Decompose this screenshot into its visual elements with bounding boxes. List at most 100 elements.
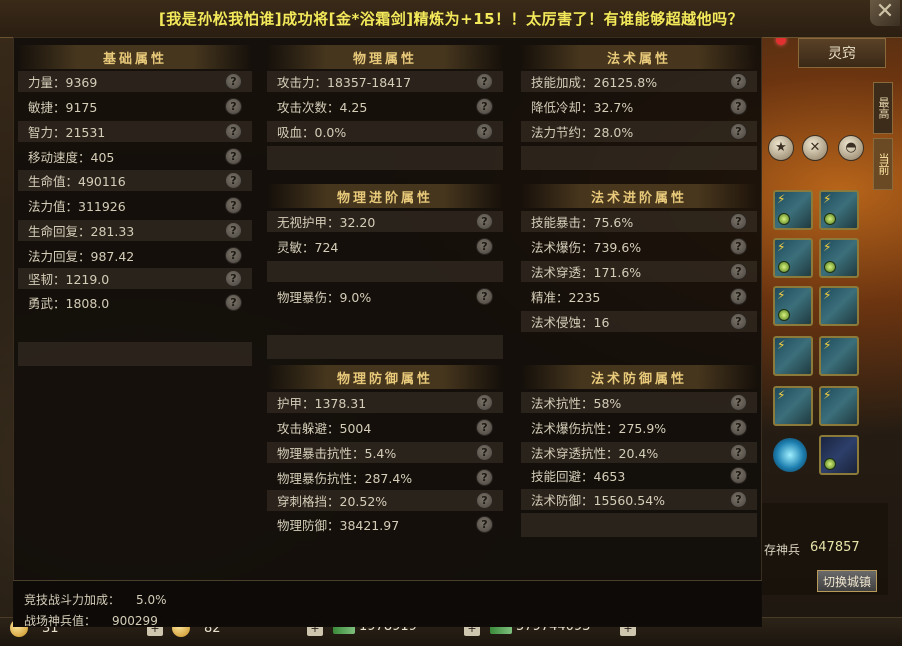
stat-row: 物理暴伤抗性：287.4%?: [267, 467, 503, 488]
help-icon[interactable]: ?: [476, 238, 493, 255]
battle-weapon-value: 战场神兵值： 900299: [24, 614, 158, 628]
help-icon[interactable]: ?: [730, 73, 747, 90]
side-tab-current[interactable]: 当前: [873, 138, 893, 190]
empty-row: [521, 146, 757, 170]
section-title-physical-adv: 物理进阶属性: [267, 184, 503, 208]
stat-row: 法术侵蚀：16?: [521, 311, 757, 332]
help-icon[interactable]: ?: [225, 222, 242, 239]
help-icon[interactable]: ?: [476, 98, 493, 115]
help-icon[interactable]: ?: [730, 444, 747, 461]
equip-slot-9[interactable]: ⚡: [773, 386, 813, 426]
stat-row: 勇武：1808.0?: [18, 292, 252, 313]
help-icon[interactable]: ?: [476, 288, 493, 305]
section-title-basic: 基础属性: [18, 45, 252, 69]
equip-slot-8[interactable]: ⚡: [819, 336, 859, 376]
equip-slot-6[interactable]: ⚡: [819, 286, 859, 326]
empty-row: [267, 335, 503, 359]
arena-bonus: 竞技战斗力加成： 5.0%: [24, 593, 167, 607]
stat-row: 技能加成：26125.8%?: [521, 71, 757, 92]
section-title-physical-def: 物理防御属性: [267, 365, 503, 389]
help-icon[interactable]: ?: [730, 238, 747, 255]
help-icon[interactable]: ?: [476, 469, 493, 486]
switch-town-button[interactable]: 切换城镇: [817, 570, 877, 592]
bolt-icon: ⚡: [823, 388, 832, 402]
help-icon[interactable]: ?: [476, 516, 493, 533]
equip-slot-5[interactable]: ⚡: [773, 286, 813, 326]
help-icon[interactable]: ?: [730, 419, 747, 436]
bolt-icon: ⚡: [777, 192, 786, 206]
equip-slot-11[interactable]: [819, 435, 859, 475]
stat-row-empty: [267, 261, 503, 282]
help-icon[interactable]: ?: [730, 491, 747, 508]
tab-lingqiao[interactable]: 灵窍: [798, 38, 886, 68]
stat-row: 法力值：311926?: [18, 195, 252, 216]
help-icon[interactable]: ?: [730, 213, 747, 230]
empty-row: [521, 513, 757, 537]
help-icon[interactable]: ?: [225, 148, 242, 165]
bolt-icon: ⚡: [777, 338, 786, 352]
gem-icon: [778, 309, 790, 321]
gem-icon: [778, 261, 790, 273]
help-icon[interactable]: ?: [730, 288, 747, 305]
help-icon[interactable]: ?: [225, 270, 242, 287]
help-icon[interactable]: ?: [730, 313, 747, 330]
stat-row: 法力节约：28.0%?: [521, 121, 757, 142]
section-title-magic-adv: 法术进阶属性: [521, 184, 757, 208]
help-icon[interactable]: ?: [730, 394, 747, 411]
section-title-magic-def: 法术防御属性: [521, 365, 757, 389]
stat-row: 生命回复：281.33?: [18, 220, 252, 241]
help-icon[interactable]: ?: [476, 444, 493, 461]
equip-slot-7[interactable]: ⚡: [773, 336, 813, 376]
stat-row: 吸血：0.0%?: [267, 121, 503, 142]
help-icon[interactable]: ?: [476, 213, 493, 230]
stat-row: 攻击力：18357-18417?: [267, 71, 503, 92]
bolt-icon: ⚡: [823, 288, 832, 302]
help-icon[interactable]: ?: [476, 123, 493, 140]
stat-row: 生命值：490116?: [18, 170, 252, 191]
side-tab-best[interactable]: 最高: [873, 82, 893, 134]
equip-slot-3[interactable]: ⚡: [773, 238, 813, 278]
help-icon[interactable]: ?: [225, 247, 242, 264]
stat-row: 法术抗性：58%?: [521, 392, 757, 413]
help-icon[interactable]: ?: [476, 394, 493, 411]
equip-slot-4[interactable]: ⚡: [819, 238, 859, 278]
help-icon[interactable]: ?: [225, 123, 242, 140]
help-icon[interactable]: ?: [476, 492, 493, 509]
bolt-icon: ⚡: [777, 240, 786, 254]
gem-icon: [824, 261, 836, 273]
star-icon[interactable]: ★: [768, 135, 794, 161]
stat-row: 法术防御：15560.54%?: [521, 489, 757, 510]
help-icon[interactable]: ?: [730, 98, 747, 115]
close-icon[interactable]: ✕: [870, 0, 900, 26]
help-icon[interactable]: ?: [730, 467, 747, 484]
stat-row: 物理暴击抗性：5.4%?: [267, 442, 503, 463]
help-icon[interactable]: ?: [225, 294, 242, 311]
stat-row: 敏捷：9175?: [18, 96, 252, 117]
cunbing-label: 存神兵: [764, 543, 801, 557]
system-broadcast: [我是孙松我怕谁]成功将[金*浴霜剑]精炼为+15！！太厉害了！有谁能够超越他吗…: [0, 0, 902, 38]
help-icon[interactable]: ?: [730, 123, 747, 140]
stat-row: 攻击次数：4.25?: [267, 96, 503, 117]
help-icon[interactable]: ?: [730, 263, 747, 280]
equip-slot-2[interactable]: ⚡: [819, 190, 859, 230]
empty-row: [267, 146, 503, 170]
stat-row: 法力回复：987.42?: [18, 245, 252, 266]
gem-icon: [824, 458, 836, 470]
help-icon[interactable]: ?: [476, 419, 493, 436]
stat-row: 攻击躲避：5004?: [267, 417, 503, 438]
bolt-icon: ⚡: [823, 338, 832, 352]
help-icon[interactable]: ?: [225, 172, 242, 189]
equip-slot-10[interactable]: ⚡: [819, 386, 859, 426]
stat-row: 坚韧：1219.0?: [18, 268, 252, 289]
summary-footer: 竞技战斗力加成： 5.0% 战场神兵值： 900299: [13, 580, 762, 628]
help-icon[interactable]: ?: [476, 73, 493, 90]
stat-row: 力量：9369?: [18, 71, 252, 92]
help-icon[interactable]: ?: [225, 197, 242, 214]
cunbing-value: 647857: [810, 540, 860, 555]
equip-slot-1[interactable]: ⚡: [773, 190, 813, 230]
helmet-icon[interactable]: ◓: [838, 135, 864, 161]
orb-icon[interactable]: [773, 438, 807, 472]
help-icon[interactable]: ?: [225, 98, 242, 115]
help-icon[interactable]: ?: [225, 73, 242, 90]
crossed-swords-icon[interactable]: ✕: [802, 135, 828, 161]
